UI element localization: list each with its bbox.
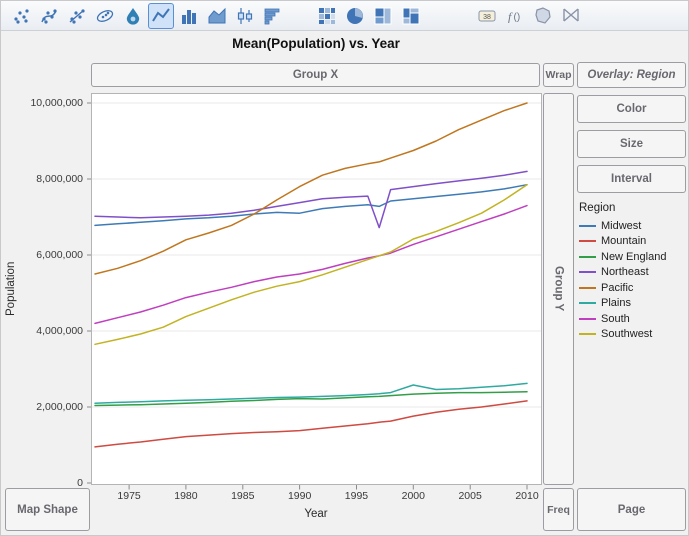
smoother-icon <box>39 6 59 26</box>
legend-swatch-line <box>579 287 596 289</box>
treemap-icon <box>373 6 393 26</box>
toolbar-icon-histogram[interactable] <box>260 3 286 29</box>
x-axis-title: Year <box>91 508 541 520</box>
toolbar-icon-treemap[interactable] <box>370 3 396 29</box>
legend-swatch-line <box>579 318 596 320</box>
legend-swatch-line <box>579 240 596 242</box>
legend-item-label: South <box>601 313 630 325</box>
plot-area[interactable] <box>85 93 542 493</box>
toolbar-group: 38 f() <box>473 3 585 29</box>
drop-zone-interval[interactable]: Interval <box>577 165 686 193</box>
toolbar-icon-mosaic[interactable] <box>398 3 424 29</box>
graph-builder-window: 38f() Mean(Population) vs. Year Group X … <box>0 0 689 536</box>
toolbar-icon-box-plot[interactable] <box>232 3 258 29</box>
mosaic-icon <box>401 6 421 26</box>
chart-title: Mean(Population) vs. Year <box>91 36 541 51</box>
legend-swatch-line <box>579 225 596 227</box>
drop-zone-freq[interactable]: Freq <box>543 488 574 531</box>
legend-item-label: Plains <box>601 297 631 309</box>
toolbar-icon-points[interactable] <box>8 3 34 29</box>
bar-icon <box>179 6 199 26</box>
chart-type-toolbar: 38 f() <box>1 1 688 31</box>
drop-zone-map-shape[interactable]: Map Shape <box>5 488 90 531</box>
toolbar-group <box>313 3 425 29</box>
toolbar-icon-parallel[interactable] <box>558 3 584 29</box>
drop-zone-group-y[interactable]: Group Y <box>543 93 574 485</box>
toolbar-icon-contour[interactable] <box>120 3 146 29</box>
legend-item[interactable]: South <box>579 311 687 327</box>
line-icon <box>151 6 171 26</box>
drop-zone-page[interactable]: Page <box>577 488 686 531</box>
legend-item[interactable]: Pacific <box>579 280 687 296</box>
legend-swatch-line <box>579 333 596 335</box>
legend-item-label: Mountain <box>601 235 646 247</box>
histogram-icon <box>263 6 283 26</box>
pie-icon <box>345 6 365 26</box>
toolbar-icon-smoother[interactable] <box>36 3 62 29</box>
points-icon <box>11 6 31 26</box>
ellipse-icon <box>95 6 115 26</box>
legend-swatch-line <box>579 256 596 258</box>
toolbar-icon-bar[interactable] <box>176 3 202 29</box>
area-icon <box>207 6 227 26</box>
legend-item[interactable]: Midwest <box>579 218 687 234</box>
contour-icon <box>123 6 143 26</box>
toolbar-icon-caption-box[interactable]: 38 <box>474 3 500 29</box>
drop-zone-size[interactable]: Size <box>577 130 686 158</box>
legend-item[interactable]: Plains <box>579 296 687 312</box>
toolbar-icon-map-shape[interactable] <box>530 3 556 29</box>
toolbar-icon-heatmap[interactable] <box>314 3 340 29</box>
svg-text:f: f <box>508 9 513 23</box>
plot-container[interactable] <box>85 93 542 493</box>
legend-title: Region <box>579 202 687 214</box>
toolbar-icon-formula[interactable]: f() <box>502 3 528 29</box>
drop-zone-group-x[interactable]: Group X <box>91 63 540 87</box>
y-axis-title: Population <box>3 93 19 485</box>
parallel-icon <box>561 6 581 26</box>
legend-item[interactable]: Southwest <box>579 327 687 343</box>
drop-zone-wrap[interactable]: Wrap <box>543 63 574 87</box>
drop-zone-color[interactable]: Color <box>577 95 686 123</box>
legend: Region Midwest Mountain New England Northea… <box>579 202 687 342</box>
line-of-fit-icon <box>67 6 87 26</box>
heatmap-icon <box>317 6 337 26</box>
toolbar-icon-pie[interactable] <box>342 3 368 29</box>
legend-item-label: Northeast <box>601 266 649 278</box>
legend-item[interactable]: Northeast <box>579 265 687 281</box>
legend-item-label: Southwest <box>601 328 652 340</box>
legend-item-label: New England <box>601 251 666 263</box>
map-shape-icon <box>533 6 553 26</box>
legend-item-label: Midwest <box>601 220 641 232</box>
toolbar-group <box>7 3 287 29</box>
svg-text:38: 38 <box>483 13 491 20</box>
legend-swatch-line <box>579 302 596 304</box>
legend-item[interactable]: New England <box>579 249 687 265</box>
toolbar-icon-area[interactable] <box>204 3 230 29</box>
svg-text:(): () <box>514 12 521 23</box>
legend-item-label: Pacific <box>601 282 633 294</box>
legend-item[interactable]: Mountain <box>579 234 687 250</box>
toolbar-icon-line-of-fit[interactable] <box>64 3 90 29</box>
legend-swatch-line <box>579 271 596 273</box>
drop-zone-overlay[interactable]: Overlay: Region <box>577 62 686 88</box>
toolbar-icon-ellipse[interactable] <box>92 3 118 29</box>
box-plot-icon <box>235 6 255 26</box>
formula-icon: f() <box>505 6 525 26</box>
caption-box-icon: 38 <box>477 6 497 26</box>
toolbar-icon-line[interactable] <box>148 3 174 29</box>
